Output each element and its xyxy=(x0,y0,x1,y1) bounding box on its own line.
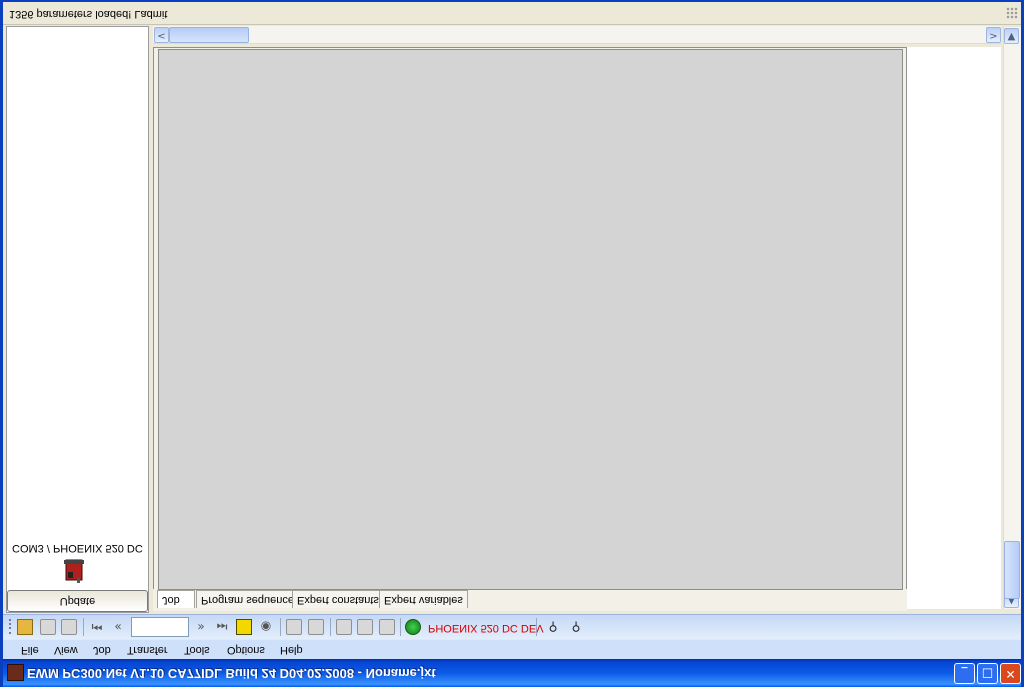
tab-job[interactable]: Job xyxy=(157,590,195,608)
window-title: EWM PC300.Net V1.10 CA77IDL Build 24 D04… xyxy=(27,666,436,681)
toolbar-separator xyxy=(280,618,281,636)
maximize-icon: □ xyxy=(981,667,994,681)
align-split-icon[interactable] xyxy=(357,619,373,635)
horizontal-scrollbar[interactable] xyxy=(153,26,1001,44)
first-icon[interactable]: ⏮ xyxy=(89,619,105,635)
next-icon[interactable]: » xyxy=(193,619,209,635)
align-center-icon[interactable] xyxy=(336,619,352,635)
left-panel xyxy=(6,26,149,613)
app-window: EWM PC300.Net V1.10 CA77IDL Build 24 D04… xyxy=(0,0,1024,687)
menu-options[interactable]: Options xyxy=(227,644,265,656)
close-icon: ✕ xyxy=(1005,667,1016,681)
toolbar-grip-icon xyxy=(9,619,14,634)
device-label: PHOENIX 520 DC DEV xyxy=(428,622,544,634)
chevron-left-icon: < xyxy=(157,30,166,41)
welding-machine-icon xyxy=(63,557,85,583)
save-icon[interactable] xyxy=(40,619,56,635)
menu-job[interactable]: Job xyxy=(93,644,111,656)
scroll-left-button[interactable]: < xyxy=(154,27,169,43)
online-icon[interactable] xyxy=(405,619,421,635)
maximize-button[interactable]: □ xyxy=(977,663,998,684)
app-icon xyxy=(7,664,24,681)
status-bar: 1356 parameters loaded! Ladmit xyxy=(3,2,1021,25)
last-icon[interactable]: ⏭ xyxy=(214,619,230,635)
vertical-scroll-thumb[interactable] xyxy=(1004,541,1020,599)
minimize-button[interactable]: _ xyxy=(954,663,975,684)
menu-file[interactable]: File xyxy=(21,644,39,656)
chevron-up-icon: ▼ xyxy=(1007,31,1016,42)
previous-icon[interactable]: « xyxy=(110,619,126,635)
program-icon[interactable] xyxy=(236,619,252,635)
tab-expert-variables[interactable]: Expert variables xyxy=(379,590,468,608)
menu-tools[interactable]: Tools xyxy=(184,644,210,656)
tab-expert-constants[interactable]: Expert constants xyxy=(292,590,384,608)
scroll-up-button[interactable]: ▼ xyxy=(1004,28,1019,44)
job-editor-canvas[interactable] xyxy=(158,49,903,590)
status-text: 1356 parameters loaded! Ladmit xyxy=(9,8,168,20)
menu-view[interactable]: View xyxy=(54,644,78,656)
toolbar-separator xyxy=(330,618,331,636)
title-bar[interactable]: EWM PC300.Net V1.10 CA77IDL Build 24 D04… xyxy=(3,659,1021,687)
vertical-scrollbar[interactable] xyxy=(1003,27,1021,609)
record-input[interactable] xyxy=(131,617,189,637)
update-button[interactable]: Update xyxy=(7,590,148,612)
menu-help[interactable]: Help xyxy=(280,644,303,656)
horizontal-scroll-thumb[interactable] xyxy=(169,27,249,43)
toolbar: ⏮ « » ⏭ ◉ PHOENIX 520 DC DEV ⚲ ⚲ xyxy=(3,614,1021,639)
align-left-icon[interactable] xyxy=(286,619,302,635)
right-panel xyxy=(907,47,1001,609)
image-icon[interactable] xyxy=(308,619,324,635)
tab-program-sequence[interactable]: Program sequence xyxy=(196,590,299,608)
menu-transfer[interactable]: Transfer xyxy=(127,644,168,656)
scroll-right-button[interactable]: > xyxy=(986,27,1001,43)
toolbar-separator xyxy=(400,618,401,636)
probe-icon[interactable]: ⚲ xyxy=(545,619,561,635)
close-button[interactable]: ✕ xyxy=(1000,663,1021,684)
toolbar-separator xyxy=(536,618,537,636)
print-icon[interactable] xyxy=(61,619,77,635)
menu-bar: File View Job Transfer Tools Options Hel… xyxy=(3,640,1021,659)
align-right-icon[interactable] xyxy=(379,619,395,635)
resize-grip-icon[interactable] xyxy=(1006,7,1018,19)
open-icon[interactable] xyxy=(17,619,33,635)
probe2-icon[interactable]: ⚲ xyxy=(568,619,584,635)
connection-label: COM3 / PHOENIX 520 DC xyxy=(12,542,143,554)
minimize-icon: _ xyxy=(961,667,968,681)
chevron-right-icon: > xyxy=(989,30,998,41)
sound-icon[interactable]: ◉ xyxy=(258,619,274,635)
toolbar-separator xyxy=(83,618,84,636)
